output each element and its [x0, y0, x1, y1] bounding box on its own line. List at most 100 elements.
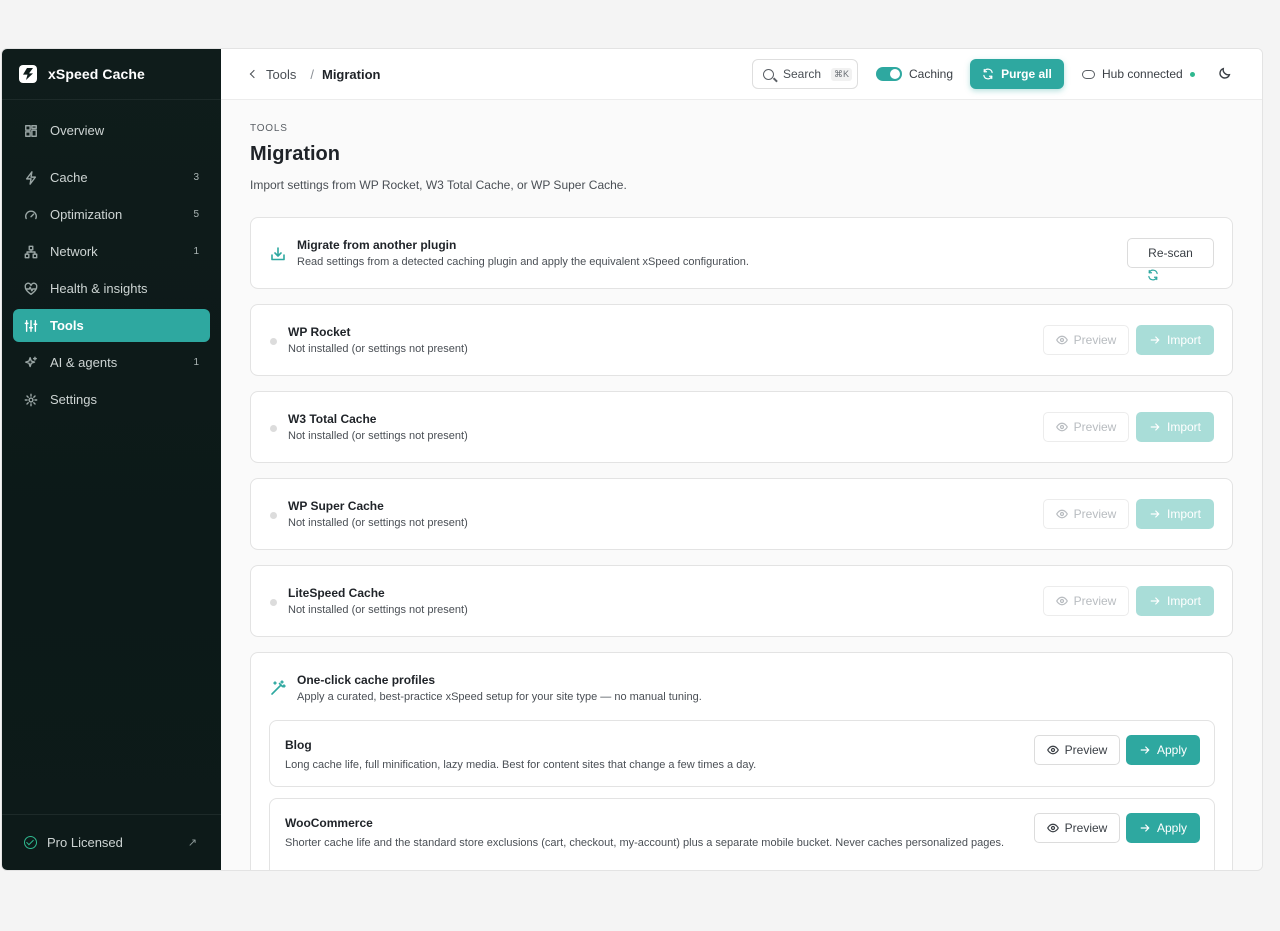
external-link-icon[interactable]: ↗ [188, 836, 197, 849]
breadcrumb-current: Migration [321, 66, 381, 82]
license-status[interactable]: Pro Licensed ↗ [2, 814, 221, 870]
migrate-title: Migrate from another plugin [297, 238, 457, 252]
profiles-card: One-click cache profiles Apply a curated… [250, 652, 1233, 870]
chevron-left-icon [249, 69, 259, 79]
breadcrumb-separator: / [310, 66, 314, 82]
count-badge: 1 [193, 357, 199, 368]
sidebar-item-health[interactable]: Health & insights [13, 272, 210, 305]
preview-label: Preview [1073, 507, 1117, 521]
apply-button[interactable]: Apply [1126, 735, 1200, 765]
gauge-icon [24, 208, 38, 222]
arrow-right-icon [1149, 334, 1161, 346]
profile-name: WooCommerce [285, 816, 373, 830]
eye-icon [1055, 334, 1068, 346]
plugin-name: WP Super Cache [288, 499, 384, 513]
migrate-desc: Read settings from a detected caching pl… [297, 256, 749, 268]
preview-button[interactable]: Preview [1034, 813, 1120, 843]
import-button[interactable]: Import [1136, 325, 1214, 355]
import-button[interactable]: Import [1136, 586, 1214, 616]
preview-button[interactable]: Preview [1034, 735, 1120, 765]
apply-label: Apply [1156, 743, 1188, 757]
hub-status[interactable]: Hub connected [1082, 67, 1195, 81]
page-content: TOOLS Migration Import settings from WP … [221, 100, 1262, 870]
sidebar-item-network[interactable]: Network 1 [13, 235, 210, 268]
status-dot [270, 599, 277, 606]
gear-icon [24, 393, 38, 407]
refresh-icon [1147, 267, 1159, 281]
check-circle-icon [24, 836, 37, 849]
status-dot [270, 512, 277, 519]
brand[interactable]: xSpeed Cache [2, 49, 221, 100]
import-label: Import [1166, 420, 1201, 434]
refresh-icon [982, 68, 994, 80]
sidebar-item-label: Health & insights [50, 281, 148, 296]
search-button[interactable]: Search ⌘K [752, 59, 858, 89]
sidebar-item-label: Network [50, 244, 98, 259]
apply-button[interactable]: Apply [1126, 813, 1200, 843]
eye-icon [1046, 744, 1059, 756]
sidebar-item-cache[interactable]: Cache 3 [13, 161, 210, 194]
eye-icon [1055, 595, 1068, 607]
moon-icon[interactable] [1218, 66, 1232, 80]
arrow-right-icon [1139, 744, 1151, 756]
import-button[interactable]: Import [1136, 412, 1214, 442]
plugin-status: Not installed (or settings not present) [288, 430, 468, 442]
main-panel: Tools / Migration Search ⌘K Caching Purg… [221, 49, 1262, 870]
sidebar-item-label: Overview [50, 123, 105, 138]
rescan-button[interactable]: Re-scan [1127, 238, 1214, 281]
app-name: xSpeed Cache [48, 66, 145, 82]
eye-icon [1055, 421, 1068, 433]
profile-name: Blog [285, 738, 312, 752]
arrow-right-icon [1139, 822, 1151, 834]
preview-label: Preview [1073, 420, 1117, 434]
search-shortcut: ⌘K [831, 67, 853, 81]
search-icon [763, 68, 774, 80]
grid-icon [24, 124, 38, 138]
apply-label: Apply [1156, 821, 1188, 835]
preview-button[interactable]: Preview [1043, 325, 1129, 355]
sidebar-item-overview[interactable]: Overview [13, 114, 210, 147]
status-dot [270, 425, 277, 432]
license-label: Pro Licensed [47, 835, 123, 850]
profile-card: Blog Long cache life, full minification,… [269, 720, 1215, 787]
sidebar-item-tools[interactable]: Tools [13, 309, 210, 342]
page-title: Migration [250, 143, 340, 165]
sidebar: xSpeed Cache Overview Cache 3 Optimizati… [2, 49, 221, 870]
sidebar-item-label: Settings [50, 392, 97, 407]
toggle-switch[interactable] [876, 67, 902, 81]
count-badge: 5 [193, 209, 199, 220]
bolt-icon [24, 170, 38, 185]
preview-button[interactable]: Preview [1043, 412, 1129, 442]
caching-toggle[interactable]: Caching [876, 67, 953, 81]
sidebar-item-settings[interactable]: Settings [13, 383, 210, 416]
breadcrumb-back[interactable]: Tools [249, 66, 297, 82]
arrow-right-icon [1149, 595, 1161, 607]
profile-desc: Shorter cache life and the standard stor… [285, 837, 1005, 849]
status-dot [270, 338, 277, 345]
migrate-card: Migrate from another plugin Read setting… [250, 217, 1233, 289]
plugin-status: Not installed (or settings not present) [288, 517, 468, 529]
profiles-title: One-click cache profiles [297, 673, 436, 687]
sidebar-nav: Overview Cache 3 Optimization 5 Network … [2, 100, 221, 416]
topbar: Tools / Migration Search ⌘K Caching Purg… [221, 49, 1262, 100]
preview-label: Preview [1073, 594, 1117, 608]
import-label: Import [1166, 333, 1201, 347]
cloud-icon [1082, 69, 1095, 79]
profile-card: WooCommerce Shorter cache life and the s… [269, 798, 1215, 870]
import-button[interactable]: Import [1136, 499, 1214, 529]
breadcrumb-parent: Tools [266, 66, 297, 82]
caching-label: Caching [909, 67, 954, 81]
download-icon [270, 246, 286, 262]
preview-label: Preview [1064, 821, 1108, 835]
preview-button[interactable]: Preview [1043, 586, 1129, 616]
sidebar-item-ai-agents[interactable]: AI & agents 1 [13, 346, 210, 379]
arrow-right-icon [1149, 421, 1161, 433]
preview-button[interactable]: Preview [1043, 499, 1129, 529]
plugin-status: Not installed (or settings not present) [288, 343, 468, 355]
heart-pulse-icon [24, 282, 38, 296]
purge-all-button[interactable]: Purge all [970, 59, 1064, 89]
plugin-name: W3 Total Cache [288, 412, 377, 426]
sidebar-item-label: Cache [50, 170, 88, 185]
sidebar-item-optimization[interactable]: Optimization 5 [13, 198, 210, 231]
sidebar-item-label: Optimization [50, 207, 123, 222]
